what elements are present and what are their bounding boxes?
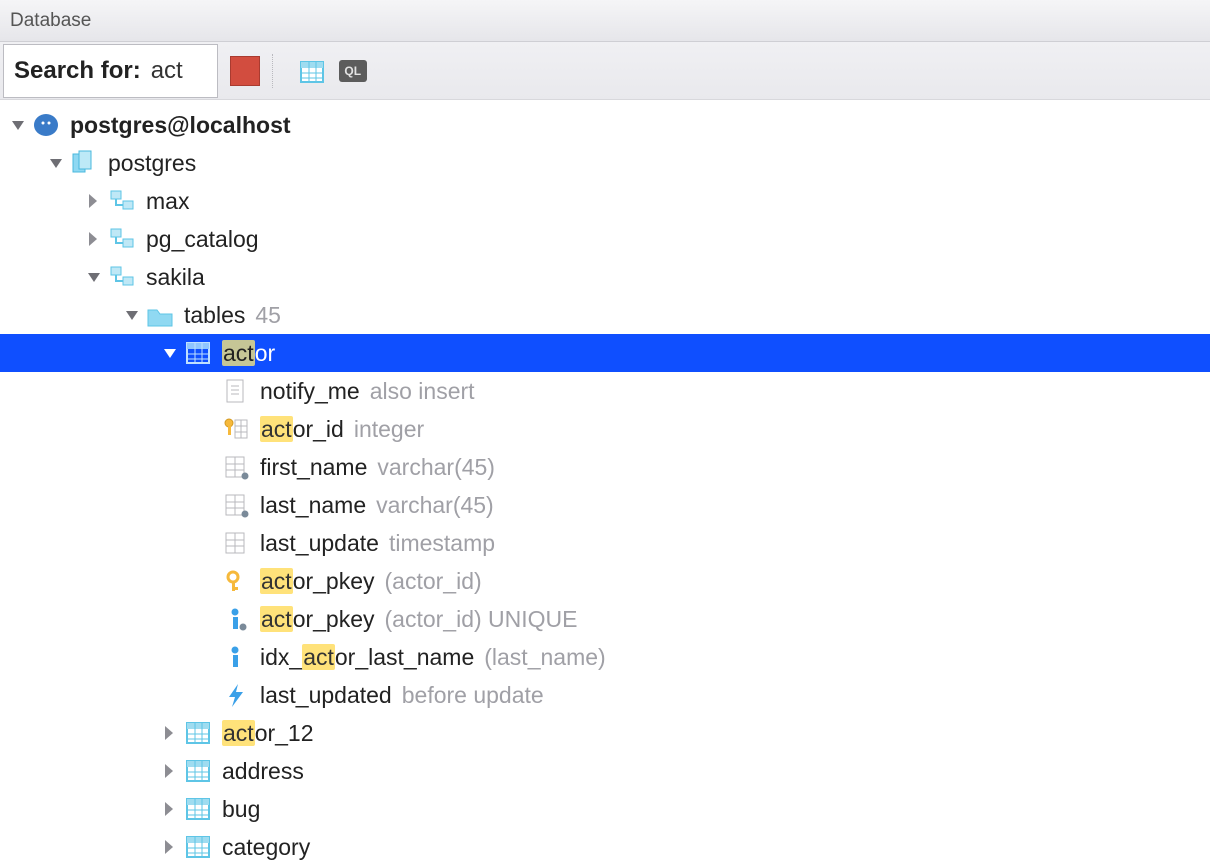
table-icon (184, 757, 212, 785)
child-detail: (actor_id) (385, 568, 482, 595)
table-view-button[interactable] (297, 56, 327, 86)
table-label: address (222, 758, 304, 785)
window-titlebar: Database (0, 0, 1210, 42)
child-detail: also insert (370, 378, 475, 405)
postgres-elephant-icon (32, 111, 60, 139)
table-icon (184, 719, 212, 747)
table-node[interactable]: actor_12 (0, 714, 1210, 752)
pk-col-icon (222, 415, 250, 443)
schema-label: sakila (146, 264, 205, 291)
col-icon (222, 491, 250, 519)
expand-icon[interactable] (162, 763, 178, 779)
child-detail: varchar(45) (376, 492, 494, 519)
search-label: Search for: (14, 57, 141, 85)
schema-icon (108, 225, 136, 253)
database-label: postgres (108, 150, 196, 177)
schema-node-pg-catalog[interactable]: pg_catalog (0, 220, 1210, 258)
child-label: idx_actor_last_name (260, 644, 474, 671)
table-label: category (222, 834, 310, 861)
schema-label: max (146, 188, 189, 215)
tree-child-index[interactable]: actor_pkey (actor_id) UNIQUE (0, 600, 1210, 638)
child-detail: before update (402, 682, 544, 709)
table-node[interactable]: bug (0, 790, 1210, 828)
child-label: actor_pkey (260, 606, 375, 633)
table-label: actor (222, 340, 275, 367)
stop-button[interactable] (230, 56, 260, 86)
datasource-label: postgres@localhost (70, 112, 291, 139)
expand-icon[interactable] (162, 801, 178, 817)
child-detail: (last_name) (484, 644, 605, 671)
search-input[interactable] (151, 57, 203, 85)
tree-child-trigger[interactable]: last_updated before update (0, 676, 1210, 714)
expand-icon[interactable] (10, 117, 26, 133)
trigger-icon (222, 681, 250, 709)
schema-node-max[interactable]: max (0, 182, 1210, 220)
database-icon (70, 149, 98, 177)
trigger-file-icon (222, 377, 250, 405)
child-label: notify_me (260, 378, 360, 405)
child-label: first_name (260, 454, 367, 481)
schema-icon (108, 187, 136, 215)
child-detail: integer (354, 416, 424, 443)
index-plain-icon (222, 643, 250, 671)
toolbar: Search for: QL (0, 42, 1210, 100)
database-node[interactable]: postgres (0, 144, 1210, 182)
index-icon (222, 605, 250, 633)
tree-child-index-plain[interactable]: idx_actor_last_name (last_name) (0, 638, 1210, 676)
database-tree[interactable]: postgres@localhost postgres max pg_catal… (0, 100, 1210, 866)
expand-icon[interactable] (162, 345, 178, 361)
child-label: actor_pkey (260, 568, 375, 595)
table-label: actor_12 (222, 720, 314, 747)
expand-icon[interactable] (86, 231, 102, 247)
table-node-actor[interactable]: actor (0, 334, 1210, 372)
expand-icon[interactable] (124, 307, 140, 323)
child-detail: timestamp (389, 530, 495, 557)
expand-icon[interactable] (86, 193, 102, 209)
tree-child-key[interactable]: actor_pkey (actor_id) (0, 562, 1210, 600)
table-icon (184, 339, 212, 367)
table-icon (184, 833, 212, 861)
child-label: actor_id (260, 416, 344, 443)
toolbar-divider (272, 54, 273, 88)
schema-label: pg_catalog (146, 226, 259, 253)
table-node[interactable]: category (0, 828, 1210, 866)
child-label: last_update (260, 530, 379, 557)
expand-icon[interactable] (162, 725, 178, 741)
table-icon (184, 795, 212, 823)
table-node[interactable]: address (0, 752, 1210, 790)
window-title: Database (10, 10, 91, 32)
schema-node-sakila[interactable]: sakila (0, 258, 1210, 296)
table-label: bug (222, 796, 260, 823)
tables-group-node[interactable]: tables 45 (0, 296, 1210, 334)
tree-child-pk-col[interactable]: actor_id integer (0, 410, 1210, 448)
child-detail: (actor_id) UNIQUE (385, 606, 578, 633)
child-label: last_name (260, 492, 366, 519)
col-plain-icon (222, 529, 250, 557)
tree-child-trigger-file[interactable]: notify_me also insert (0, 372, 1210, 410)
child-label: last_updated (260, 682, 392, 709)
tables-group-label: tables (184, 302, 245, 329)
col-icon (222, 453, 250, 481)
expand-icon[interactable] (48, 155, 64, 171)
ql-console-button[interactable]: QL (339, 60, 367, 82)
tree-child-col-plain[interactable]: last_update timestamp (0, 524, 1210, 562)
schema-icon (108, 263, 136, 291)
tables-count: 45 (255, 302, 281, 329)
child-detail: varchar(45) (377, 454, 495, 481)
expand-icon[interactable] (86, 269, 102, 285)
tree-child-col[interactable]: last_name varchar(45) (0, 486, 1210, 524)
tree-child-col[interactable]: first_name varchar(45) (0, 448, 1210, 486)
expand-icon[interactable] (162, 839, 178, 855)
folder-icon (146, 301, 174, 329)
search-box[interactable]: Search for: (3, 44, 218, 98)
datasource-node[interactable]: postgres@localhost (0, 106, 1210, 144)
key-icon (222, 567, 250, 595)
